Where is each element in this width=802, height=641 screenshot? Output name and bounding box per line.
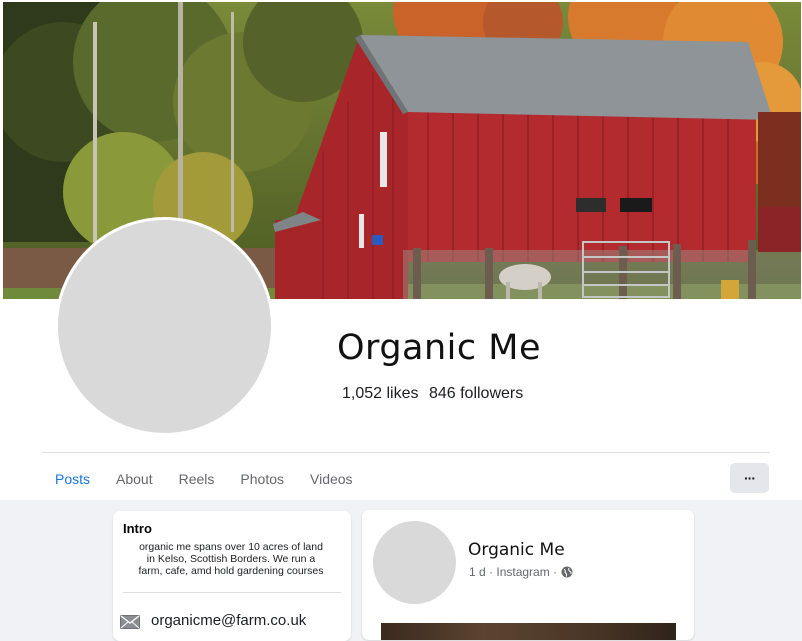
page-stats: 1,052 likes 846 followers xyxy=(342,385,529,403)
intro-bio: organic me spans over 10 acres of land i… xyxy=(138,541,324,577)
post-time[interactable]: 1 d xyxy=(469,565,486,579)
page-title: Organic Me xyxy=(337,328,541,368)
intro-divider xyxy=(123,592,341,593)
intro-card: Intro organic me spans over 10 acres of … xyxy=(113,511,351,641)
profile-tabs: Posts About Reels Photos Videos xyxy=(42,464,379,494)
post-author-avatar[interactable] xyxy=(373,521,456,604)
tab-photos[interactable]: Photos xyxy=(240,471,284,487)
more-horizontal-icon: ··· xyxy=(744,470,756,486)
tab-videos[interactable]: Videos xyxy=(310,471,353,487)
meta-separator: · xyxy=(485,565,497,579)
intro-email-link[interactable]: organicme@farm.co.uk xyxy=(151,612,306,629)
post-source: Instagram xyxy=(496,565,550,579)
intro-heading: Intro xyxy=(123,521,152,536)
globe-icon xyxy=(561,566,573,578)
header-divider xyxy=(42,452,770,453)
meta-separator: · xyxy=(549,565,558,579)
tab-posts[interactable]: Posts xyxy=(55,471,90,487)
likes-count[interactable]: 1,052 likes xyxy=(342,385,419,402)
tab-reels[interactable]: Reels xyxy=(179,471,215,487)
tab-about[interactable]: About xyxy=(116,471,153,487)
post-meta: 1 d · Instagram · xyxy=(469,565,573,579)
post-card: Organic Me 1 d · Instagram · xyxy=(362,510,694,640)
profile-picture[interactable] xyxy=(55,217,274,436)
followers-count[interactable]: 846 followers xyxy=(429,385,523,402)
post-author-name[interactable]: Organic Me xyxy=(468,540,565,560)
post-image[interactable] xyxy=(381,623,676,640)
more-options-button[interactable]: ··· xyxy=(730,463,769,493)
